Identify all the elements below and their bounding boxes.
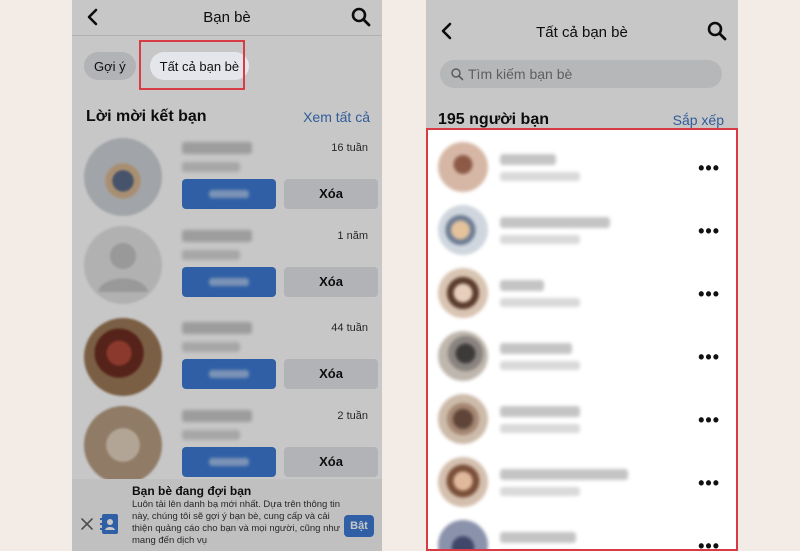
banner-text: Luôn tải lên danh bạ mới nhất. Dựa trên … bbox=[132, 499, 341, 546]
friends-screen: Bạn bè Gợi ý Tất cả bạn bè Lời mời kết b… bbox=[72, 0, 382, 551]
header: Bạn bè bbox=[72, 0, 382, 36]
more-icon[interactable]: ••• bbox=[698, 347, 720, 368]
avatar[interactable] bbox=[438, 268, 488, 318]
avatar[interactable] bbox=[84, 318, 162, 396]
banner-title: Bạn bè đang đợi bạn bbox=[132, 484, 252, 498]
chip-suggestions[interactable]: Gợi ý bbox=[84, 52, 136, 80]
delete-button[interactable]: Xóa bbox=[284, 179, 378, 209]
friend-mutual bbox=[500, 235, 580, 244]
friend-mutual bbox=[500, 361, 580, 370]
request-mutual bbox=[182, 342, 240, 352]
request-time: 2 tuần bbox=[337, 410, 368, 422]
friends-count: 195 người bạn bbox=[438, 111, 549, 128]
list-item[interactable]: ••• bbox=[428, 199, 736, 261]
close-icon[interactable] bbox=[80, 517, 94, 531]
search-icon bbox=[450, 67, 464, 81]
avatar[interactable] bbox=[438, 331, 488, 381]
contacts-book-icon bbox=[100, 513, 120, 535]
avatar[interactable] bbox=[438, 205, 488, 255]
more-icon[interactable]: ••• bbox=[698, 284, 720, 305]
delete-button[interactable]: Xóa bbox=[284, 267, 378, 297]
delete-button[interactable]: Xóa bbox=[284, 447, 378, 477]
friend-request: 16 tuần Xóa bbox=[82, 138, 382, 218]
confirm-button[interactable] bbox=[182, 447, 276, 477]
header: Tất cả bạn bè bbox=[426, 0, 738, 50]
request-time: 16 tuần bbox=[331, 142, 368, 154]
avatar[interactable] bbox=[438, 457, 488, 507]
list-item[interactable]: ••• bbox=[428, 451, 736, 513]
request-mutual bbox=[182, 162, 240, 172]
request-name[interactable] bbox=[182, 322, 252, 334]
search-icon[interactable] bbox=[706, 20, 728, 42]
requests-title: Lời mời kết bạn bbox=[86, 108, 207, 125]
avatar[interactable] bbox=[84, 226, 162, 304]
request-mutual bbox=[182, 250, 240, 260]
friend-request: 44 tuần Xóa bbox=[82, 318, 382, 398]
confirm-button[interactable] bbox=[182, 179, 276, 209]
list-item[interactable]: ••• bbox=[428, 262, 736, 324]
list-item[interactable]: ••• bbox=[428, 388, 736, 450]
request-mutual bbox=[182, 430, 240, 440]
request-time: 44 tuần bbox=[331, 322, 368, 334]
friend-name[interactable] bbox=[500, 469, 628, 480]
see-all-link[interactable]: Xem tất cả bbox=[303, 109, 370, 125]
friend-request: 1 năm Xóa bbox=[82, 226, 382, 306]
list-item[interactable]: ••• bbox=[428, 514, 736, 549]
friend-name[interactable] bbox=[500, 217, 610, 228]
more-icon[interactable]: ••• bbox=[698, 536, 720, 549]
friend-mutual bbox=[500, 172, 580, 181]
avatar[interactable] bbox=[438, 142, 488, 192]
avatar[interactable] bbox=[438, 520, 488, 549]
avatar[interactable] bbox=[84, 138, 162, 216]
list-item[interactable]: ••• bbox=[428, 325, 736, 387]
sort-link[interactable]: Sắp xếp bbox=[673, 112, 724, 128]
search-input[interactable] bbox=[468, 60, 708, 88]
avatar[interactable] bbox=[438, 394, 488, 444]
request-time: 1 năm bbox=[337, 230, 368, 242]
friend-name[interactable] bbox=[500, 280, 544, 291]
search-icon[interactable] bbox=[350, 6, 372, 28]
friend-name[interactable] bbox=[500, 532, 576, 543]
confirm-button[interactable] bbox=[182, 359, 276, 389]
page-title: Tất cả bạn bè bbox=[536, 24, 628, 41]
request-name[interactable] bbox=[182, 410, 252, 422]
enable-button[interactable]: Bật bbox=[344, 515, 374, 537]
friend-mutual bbox=[500, 424, 580, 433]
friends-list: ••• ••• ••• ••• ••• ••• ••• bbox=[426, 128, 738, 551]
friend-mutual bbox=[500, 487, 580, 496]
more-icon[interactable]: ••• bbox=[698, 410, 720, 431]
delete-button[interactable]: Xóa bbox=[284, 359, 378, 389]
search-bar bbox=[440, 60, 722, 88]
friend-name[interactable] bbox=[500, 154, 556, 165]
highlight-box bbox=[139, 40, 245, 90]
page-title: Bạn bè bbox=[203, 9, 251, 26]
more-icon[interactable]: ••• bbox=[698, 473, 720, 494]
friend-name[interactable] bbox=[500, 343, 572, 354]
friend-name[interactable] bbox=[500, 406, 580, 417]
request-name[interactable] bbox=[182, 230, 252, 242]
list-item[interactable]: ••• bbox=[428, 136, 736, 198]
all-friends-screen: Tất cả bạn bè 195 người bạn Sắp xếp ••• … bbox=[426, 0, 738, 551]
contacts-banner: Bạn bè đang đợi bạn Luôn tải lên danh bạ… bbox=[72, 479, 382, 551]
more-icon[interactable]: ••• bbox=[698, 221, 720, 242]
avatar[interactable] bbox=[84, 406, 162, 484]
more-icon[interactable]: ••• bbox=[698, 158, 720, 179]
friend-mutual bbox=[500, 298, 580, 307]
request-name[interactable] bbox=[182, 142, 252, 154]
confirm-button[interactable] bbox=[182, 267, 276, 297]
friend-request: 2 tuần Xóa bbox=[82, 406, 382, 486]
